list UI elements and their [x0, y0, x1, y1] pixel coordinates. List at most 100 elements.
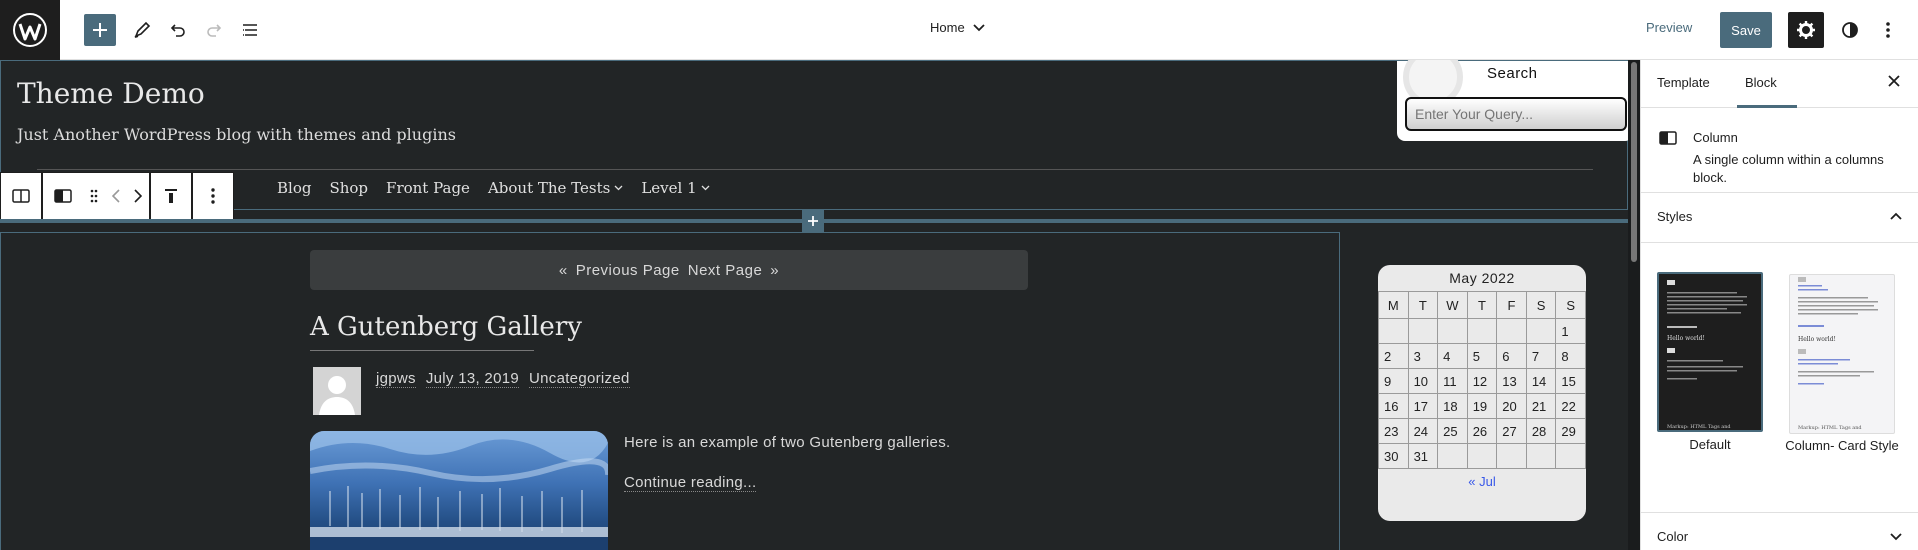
tools-button[interactable] [126, 14, 158, 46]
half-circle-icon [1842, 22, 1858, 38]
search-input[interactable] [1405, 97, 1627, 131]
move-right-button[interactable] [127, 173, 149, 219]
nav-item-label: Blog [277, 179, 312, 197]
calendar-weekday: T [1407, 291, 1439, 319]
settings-button[interactable] [1788, 12, 1824, 48]
move-left-button[interactable] [105, 173, 127, 219]
continue-reading-link[interactable]: Continue reading... [624, 474, 757, 492]
style-option-default[interactable]: Hello world! Markup: HTML Tags and [1657, 272, 1763, 432]
nav-item-label: About The Tests [487, 179, 611, 197]
calendar-day [1555, 443, 1586, 469]
select-parent-button[interactable] [1, 173, 41, 219]
nav-item-blog[interactable]: Blog [277, 179, 311, 197]
nav-item-shop[interactable]: Shop [329, 179, 368, 197]
editor-header: Home Preview Save [0, 0, 1918, 60]
undo-button[interactable] [162, 14, 194, 46]
close-icon [1888, 75, 1900, 87]
author-avatar [313, 367, 361, 415]
redo-icon [207, 24, 222, 37]
calendar-day: 31 [1407, 443, 1439, 469]
featured-image[interactable] [310, 431, 608, 550]
block-toolbar [0, 172, 234, 220]
calendar-weekday: W [1437, 291, 1468, 319]
scrollbar-thumb[interactable] [1631, 62, 1637, 262]
block-type-button[interactable] [43, 173, 83, 219]
calendar-day: 25 [1437, 418, 1468, 444]
active-tab-indicator [1737, 105, 1797, 108]
nav-item-front-page[interactable]: Front Page [386, 179, 470, 197]
calendar-prev-month-link[interactable]: « Jul [1378, 469, 1586, 495]
next-page-link[interactable]: Next Page [688, 262, 763, 279]
inline-inserter-button[interactable] [802, 210, 824, 232]
site-tagline[interactable]: Just Another WordPress blog with themes … [17, 125, 456, 144]
drag-handle-icon [90, 189, 98, 203]
calendar-day: 15 [1555, 368, 1586, 394]
calendar-weekday: F [1496, 291, 1527, 319]
calendar-day: 21 [1525, 393, 1557, 419]
vertical-align-button[interactable] [151, 173, 191, 219]
calendar-day: 28 [1525, 418, 1557, 444]
nav-item-about-the-tests[interactable]: About The Tests [488, 179, 623, 197]
tab-block[interactable]: Block [1745, 75, 1777, 90]
calendar-day: 27 [1496, 418, 1527, 444]
calendar-day: 29 [1555, 418, 1586, 444]
plus-icon [808, 216, 818, 226]
calendar-day: 2 [1378, 343, 1409, 369]
styles-panel-title: Styles [1657, 209, 1693, 224]
styles-button[interactable] [1834, 14, 1866, 46]
search-block[interactable]: Search [1397, 60, 1633, 141]
previous-page-link[interactable]: Previous Page [576, 262, 680, 279]
calendar-week-row: 23 24 25 26 27 28 29 [1378, 418, 1586, 444]
calendar-block[interactable]: May 2022 MTWTFSS 1 2 3 4 5 6 7 8 9 10 11 12 13 14 15 16… [1378, 265, 1586, 521]
canvas-scrollbar[interactable] [1628, 60, 1640, 550]
site-title[interactable]: Theme Demo [17, 77, 205, 110]
block-inserter-button[interactable] [84, 14, 116, 46]
pagination-next-arrow: » [770, 261, 780, 279]
header-template-part[interactable]: Theme Demo Just Another WordPress blog w… [0, 60, 1633, 210]
color-panel-title: Color [1657, 529, 1689, 544]
header-separator [37, 169, 1593, 170]
save-button[interactable]: Save [1720, 12, 1772, 48]
close-sidebar-button[interactable] [1887, 74, 1901, 93]
document-title-dropdown[interactable]: Home [930, 20, 985, 35]
calendar-caption: May 2022 [1449, 270, 1515, 286]
calendar-day: 11 [1437, 368, 1468, 394]
nav-item-level-1[interactable]: Level 1 [641, 179, 710, 197]
calendar-day: 18 [1437, 393, 1468, 419]
chevron-up-icon [1890, 212, 1902, 220]
editor-canvas[interactable]: Theme Demo Just Another WordPress blog w… [0, 60, 1640, 550]
navigation-block[interactable]: Blog Shop Front Page About The Tests Lev… [277, 179, 710, 197]
drag-handle[interactable] [83, 173, 105, 219]
redo-button[interactable] [198, 14, 230, 46]
preview-button[interactable]: Preview [1646, 20, 1692, 35]
calendar-day: 23 [1378, 418, 1409, 444]
post-date[interactable]: July 13, 2019 [425, 370, 519, 388]
settings-sidebar: Template Block Column A single column wi… [1640, 60, 1918, 550]
post-title[interactable]: A Gutenberg Gallery [310, 312, 582, 342]
more-vertical-icon [211, 188, 215, 204]
post-author[interactable]: jgpws [376, 370, 416, 388]
chevron-down-icon [1890, 533, 1902, 541]
style-label-card: Column- Card Style [1785, 438, 1899, 453]
calendar-week-row: 1 [1378, 318, 1586, 344]
calendar-weekday: S [1555, 291, 1586, 319]
tab-template[interactable]: Template [1657, 75, 1710, 90]
calendar-day: 4 [1437, 343, 1468, 369]
calendar-day: 30 [1378, 443, 1409, 469]
parent-selector-group [0, 172, 42, 220]
post-excerpt[interactable]: Here is an example of two Gutenberg gall… [624, 434, 950, 451]
chevron-down-icon [701, 185, 710, 191]
styles-panel-toggle[interactable]: Styles [1641, 193, 1918, 243]
style-option-card[interactable]: Hello world! Markup: HTML Tags and [1789, 274, 1895, 434]
style-preview-default-thumbnail: Hello world! Markup: HTML Tags and [1667, 280, 1747, 430]
wordpress-logo-button[interactable] [0, 0, 60, 60]
block-card: Column A single column within a columns … [1641, 109, 1918, 193]
list-view-button[interactable] [234, 14, 266, 46]
calendar-week-row: 2345678 [1378, 343, 1586, 369]
block-options-button[interactable] [193, 173, 233, 219]
options-button[interactable] [1872, 14, 1904, 46]
post-category[interactable]: Uncategorized [529, 370, 630, 388]
color-panel-toggle[interactable]: Color [1641, 512, 1918, 550]
calendar-day: 7 [1525, 343, 1557, 369]
svg-text:Markup: HTML Tags and: Markup: HTML Tags and [1667, 424, 1731, 430]
